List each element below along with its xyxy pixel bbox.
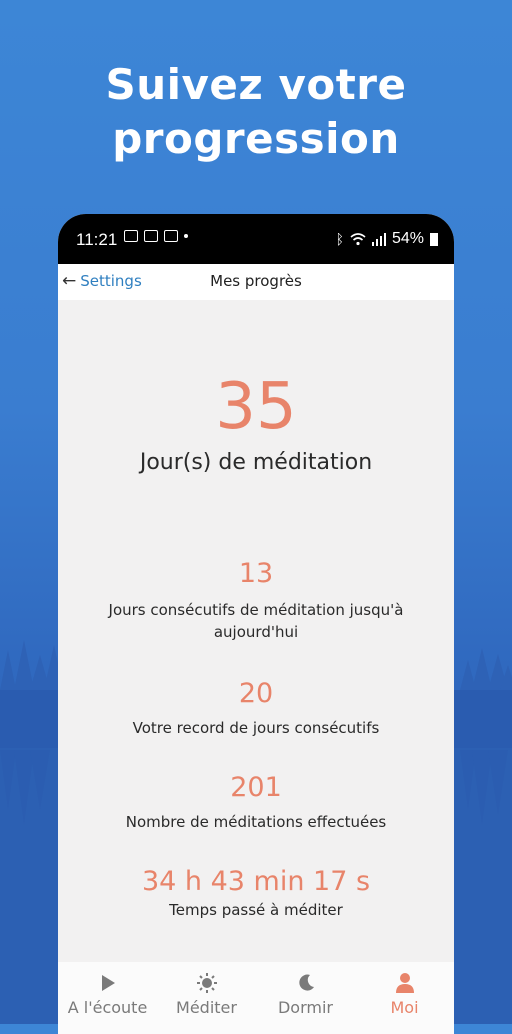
tab-meditate[interactable]: Méditer	[157, 962, 256, 1034]
total-days-stat: 35 Jour(s) de méditation	[58, 370, 454, 475]
sessions-label: Nombre de méditations effectuées	[125, 813, 387, 831]
status-time: 11:21	[76, 230, 118, 249]
tab-meditate-label: Méditer	[176, 998, 237, 1017]
streak-value: 13	[238, 558, 274, 589]
tab-listen-label: A l'écoute	[67, 998, 148, 1017]
wifi-icon	[350, 232, 366, 245]
sessions-stat: 201 Nombre de méditations effectuées	[58, 772, 454, 833]
streak-stat: 13 Jours consécutifs de méditation jusqu…	[58, 558, 454, 643]
tab-me[interactable]: Moi	[355, 962, 454, 1034]
battery-percent: 54%	[391, 230, 424, 247]
signal-icon	[371, 232, 386, 246]
time-label: Temps passé à méditer	[169, 901, 343, 919]
sessions-value: 201	[230, 772, 282, 803]
laptop-notification-icon	[164, 230, 178, 242]
total-days-value: 35	[215, 370, 297, 444]
battery-icon	[430, 232, 438, 246]
time-value: 34 h 43 min 17 s	[141, 866, 371, 897]
progress-content: 35 Jour(s) de méditation 13 Jours conséc…	[58, 300, 454, 962]
image-notification-icon	[124, 230, 138, 242]
moon-icon	[298, 974, 314, 991]
tab-bar: A l'écoute Méditer Dormir Moi	[58, 962, 454, 1034]
record-label: Votre record de jours consécutifs	[132, 719, 380, 737]
card-notification-icon	[144, 230, 158, 242]
tab-me-label: Moi	[390, 998, 419, 1017]
hero-title-line2: progression	[112, 114, 400, 163]
total-days-label: Jour(s) de méditation	[139, 450, 373, 475]
sun-icon	[196, 973, 217, 993]
person-icon	[395, 973, 414, 993]
hero-title-line1: Suivez votre	[105, 60, 407, 109]
record-value: 20	[238, 678, 274, 709]
tab-listen[interactable]: A l'écoute	[58, 962, 157, 1034]
tab-sleep[interactable]: Dormir	[256, 962, 355, 1034]
tab-sleep-label: Dormir	[277, 998, 333, 1017]
play-icon	[101, 975, 115, 991]
record-stat: 20 Votre record de jours consécutifs	[58, 678, 454, 739]
page-title: Mes progrès	[210, 272, 302, 290]
more-notifications-icon	[184, 234, 188, 238]
time-stat: 34 h 43 min 17 s Temps passé à méditer	[58, 866, 454, 921]
nav-bar: ← Settings Mes progrès	[58, 264, 454, 300]
status-bar: 11:21 ᛒ 54%	[58, 214, 454, 264]
streak-label: Jours consécutifs de méditation jusqu'à …	[108, 601, 404, 641]
phone-frame: 11:21 ᛒ 54% ← Settings Mes progrès 35 Jo…	[58, 214, 454, 1034]
hero-title: Suivez votre progression	[0, 58, 512, 166]
bluetooth-icon: ᛒ	[335, 231, 344, 247]
